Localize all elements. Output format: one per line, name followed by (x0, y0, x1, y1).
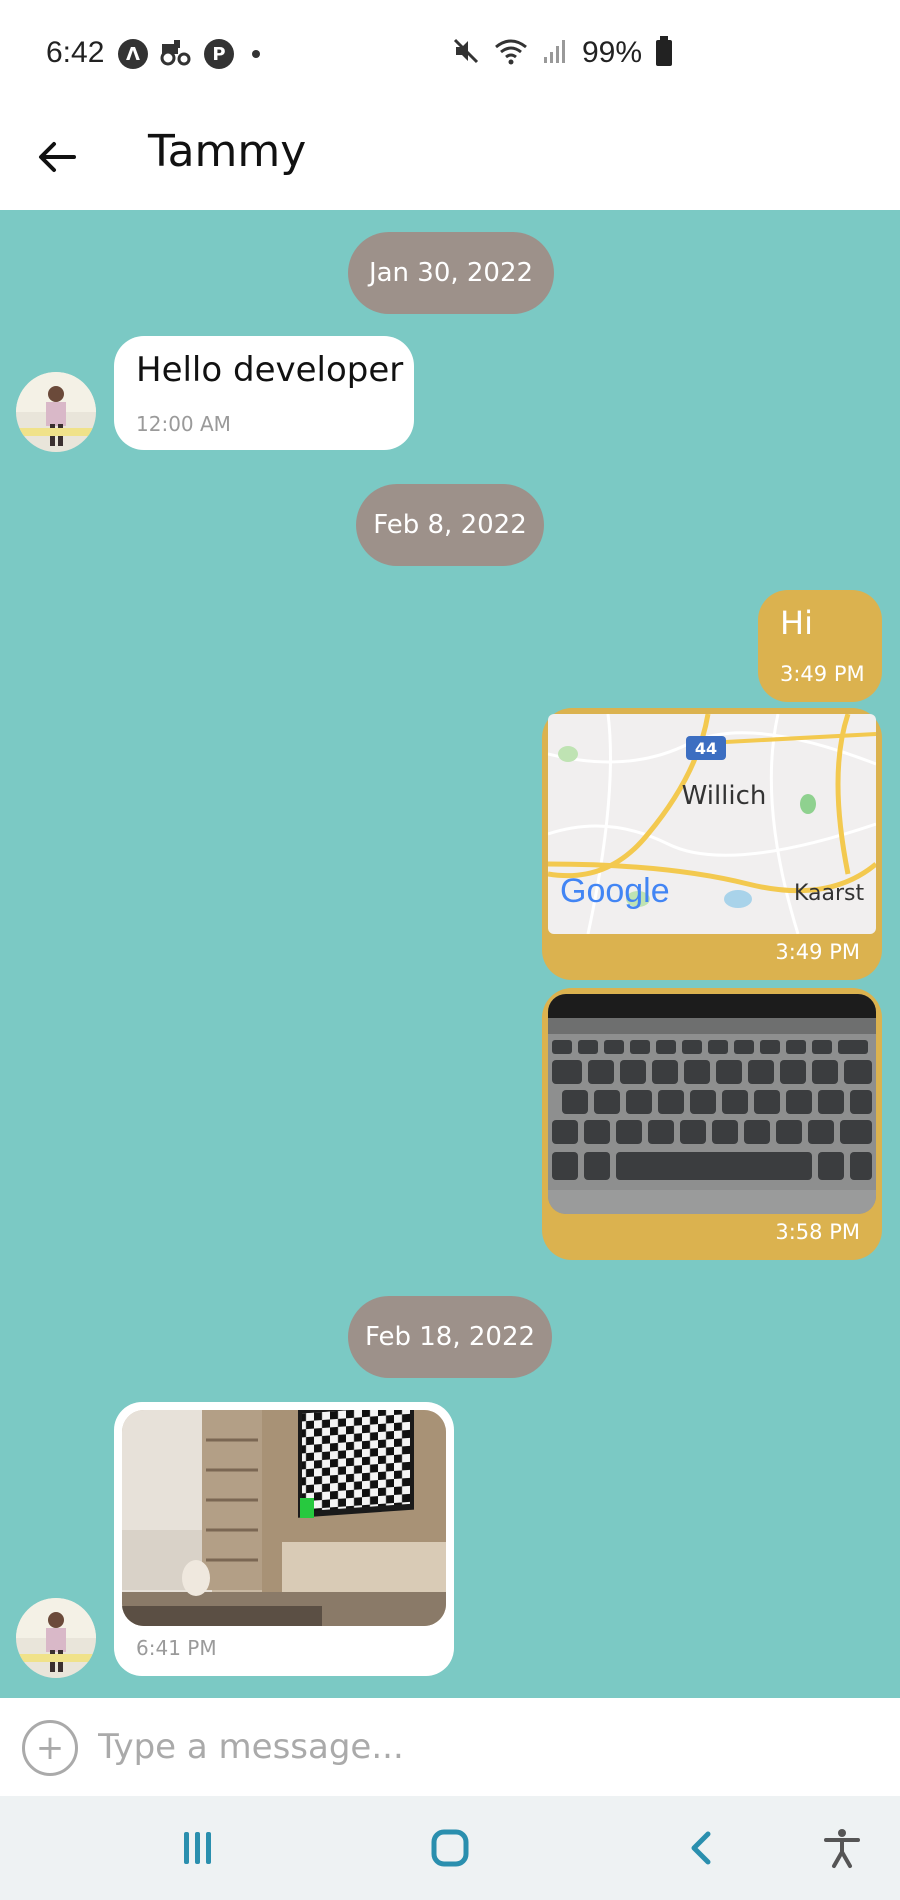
back-button[interactable] (34, 132, 84, 182)
notification-a-icon: Λ (118, 39, 148, 69)
room-tv-photo[interactable] (122, 1410, 446, 1626)
message-text: Hi (780, 604, 813, 642)
tractor-icon (160, 38, 192, 70)
message-time: 3:58 PM (775, 1220, 860, 1244)
signal-icon (542, 37, 568, 69)
battery-percent: 99% (581, 36, 642, 69)
message-bubble-outgoing[interactable]: Hi 3:49 PM (758, 590, 882, 702)
route-shield: 44 (695, 739, 717, 758)
arrow-left-icon (39, 142, 76, 172)
avatar[interactable] (16, 1598, 96, 1678)
contact-name: Tammy (148, 126, 307, 177)
status-time: 6:42 (46, 36, 105, 69)
chat-area[interactable]: Jan 30, 2022 Hello developer 12:00 AM Fe… (0, 210, 900, 1698)
keyboard-photo[interactable] (548, 994, 876, 1214)
plus-icon: + (35, 1728, 65, 1768)
status-bar: 6:42 Λ P 99% (0, 0, 900, 110)
message-time: 12:00 AM (136, 412, 231, 436)
add-attachment-button[interactable]: + (22, 1720, 78, 1776)
map-label-town: Kaarst (794, 881, 865, 906)
message-input[interactable] (98, 1716, 858, 1778)
accessibility-icon (824, 1829, 860, 1868)
message-bubble-incoming[interactable]: Hello developer 12:00 AM (114, 336, 414, 450)
home-icon (431, 1829, 469, 1867)
message-bubble-outgoing-image[interactable]: 3:58 PM (542, 988, 882, 1260)
accessibility-button[interactable] (812, 1820, 872, 1876)
mute-icon (452, 37, 480, 69)
system-nav-bar (0, 1796, 900, 1900)
message-time: 6:41 PM (136, 1636, 217, 1660)
message-text: Hello developer (136, 350, 404, 390)
date-separator: Jan 30, 2022 (348, 232, 554, 314)
chat-header: Tammy (0, 110, 900, 210)
recent-apps-icon (184, 1832, 211, 1864)
map-image[interactable]: 44 Willich Kaarst Google (548, 714, 876, 934)
date-separator: Feb 18, 2022 (348, 1296, 552, 1378)
message-bubble-incoming-image[interactable]: 6:41 PM (114, 1402, 454, 1676)
pinterest-icon: P (204, 39, 234, 69)
chevron-left-icon (691, 1831, 711, 1865)
message-time: 3:49 PM (780, 662, 865, 686)
home-button[interactable] (420, 1820, 480, 1876)
battery-icon (656, 36, 672, 66)
avatar[interactable] (16, 372, 96, 452)
recent-apps-button[interactable] (168, 1820, 228, 1876)
google-logo: Google (560, 872, 670, 910)
dot-icon (252, 50, 260, 58)
wifi-icon (494, 37, 528, 69)
back-nav-button[interactable] (672, 1820, 732, 1876)
message-bubble-outgoing-map[interactable]: 44 Willich Kaarst Google 3:49 PM (542, 708, 882, 980)
message-composer: + (0, 1698, 900, 1796)
map-label-city: Willich (682, 781, 767, 811)
date-separator: Feb 8, 2022 (356, 484, 544, 566)
message-time: 3:49 PM (775, 940, 860, 964)
